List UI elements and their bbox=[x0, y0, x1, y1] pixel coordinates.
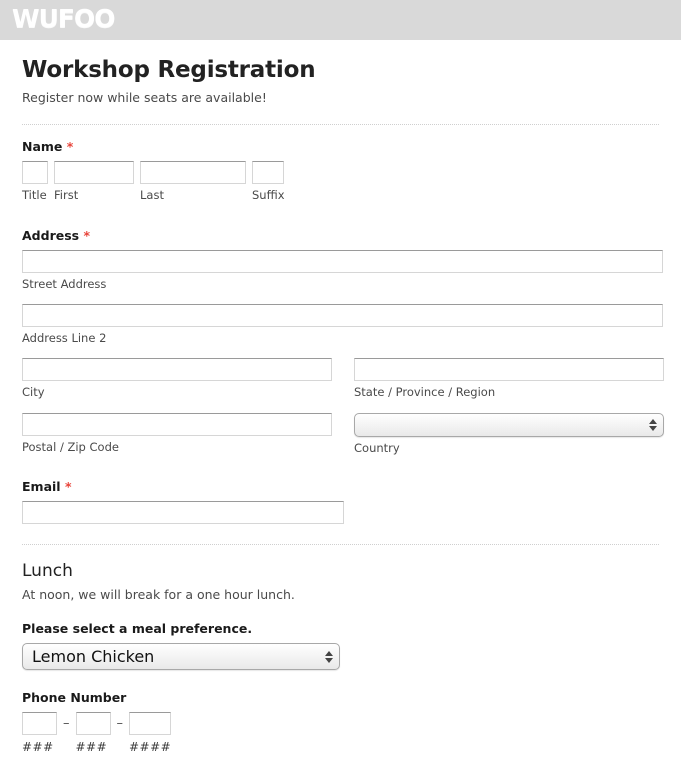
address-postal-sublabel: Postal / Zip Code bbox=[22, 440, 119, 454]
page-title: Workshop Registration bbox=[22, 57, 316, 83]
address-line2-group: Address Line 2 bbox=[22, 304, 663, 345]
field-name: Name * Title First Last Suffix bbox=[20, 139, 661, 202]
phone-line-input[interactable] bbox=[129, 712, 171, 735]
field-address-label: Address * bbox=[22, 228, 661, 243]
phone-line-mask: #### bbox=[129, 740, 172, 754]
phone-prefix-input[interactable] bbox=[75, 712, 111, 735]
chevron-updown-icon bbox=[324, 649, 333, 665]
name-first-sublabel: First bbox=[54, 188, 79, 202]
address-state-input[interactable] bbox=[354, 358, 664, 381]
phone-area-input[interactable] bbox=[22, 712, 57, 735]
field-email: Email * bbox=[20, 479, 661, 524]
required-asterisk: * bbox=[64, 479, 72, 494]
address-state-group: State / Province / Region bbox=[354, 358, 664, 399]
address-street-input[interactable] bbox=[22, 250, 663, 273]
name-last-group: Last bbox=[140, 161, 246, 202]
name-suffix-group: Suffix bbox=[252, 161, 285, 202]
registration-form: Workshop Registration Register now while… bbox=[0, 40, 681, 754]
name-title-group: Title bbox=[22, 161, 48, 202]
name-title-sublabel: Title bbox=[22, 188, 47, 202]
app-header-bar: WUFOO bbox=[0, 0, 681, 40]
field-address: Address * Street Address Address Line 2 … bbox=[20, 228, 664, 455]
address-city-state-row: City State / Province / Region bbox=[22, 358, 664, 399]
field-address-label-text: Address bbox=[22, 228, 80, 243]
phone-line-group: #### bbox=[129, 712, 171, 754]
email-input[interactable] bbox=[22, 501, 344, 524]
address-city-input[interactable] bbox=[22, 358, 332, 381]
name-first-input[interactable] bbox=[54, 161, 134, 184]
name-title-input[interactable] bbox=[22, 161, 48, 184]
lunch-section-description: At noon, we will break for a one hour lu… bbox=[22, 587, 295, 602]
lunch-section-title: Lunch bbox=[22, 561, 73, 581]
required-asterisk: * bbox=[66, 139, 74, 154]
address-postal-group: Postal / Zip Code bbox=[22, 413, 332, 455]
wufoo-logo: WUFOO bbox=[12, 4, 115, 33]
address-country-group: Country bbox=[354, 413, 664, 455]
field-name-label: Name * bbox=[22, 139, 661, 154]
phone-area-group: ### bbox=[22, 712, 57, 754]
name-last-sublabel: Last bbox=[140, 188, 164, 202]
phone-inputs-row: ### – ### – #### bbox=[22, 712, 661, 754]
name-suffix-input[interactable] bbox=[252, 161, 284, 184]
phone-prefix-mask: ### bbox=[75, 740, 108, 754]
field-meal-label: Please select a meal preference. bbox=[22, 621, 253, 636]
meal-preference-selected-value: Lemon Chicken bbox=[32, 647, 155, 666]
address-city-group: City bbox=[22, 358, 332, 399]
divider-lunch bbox=[22, 544, 659, 545]
field-email-label: Email * bbox=[22, 479, 661, 494]
name-first-group: First bbox=[54, 161, 134, 202]
field-meal-preference: Please select a meal preference. Lemon C… bbox=[20, 621, 661, 670]
address-line2-input[interactable] bbox=[22, 304, 663, 327]
address-street-group: Street Address bbox=[22, 250, 663, 291]
address-country-select[interactable] bbox=[354, 413, 664, 437]
field-name-label-text: Name bbox=[22, 139, 63, 154]
phone-separator-2: – bbox=[116, 716, 124, 731]
name-inputs-row: Title First Last Suffix bbox=[22, 161, 661, 202]
field-phone-label: Phone Number bbox=[22, 690, 127, 705]
field-phone-number: Phone Number ### – ### – #### bbox=[20, 690, 661, 754]
field-email-label-text: Email bbox=[22, 479, 61, 494]
address-postal-country-row: Postal / Zip Code Country bbox=[22, 413, 664, 455]
form-header: Workshop Registration Register now while… bbox=[20, 40, 661, 112]
address-state-sublabel: State / Province / Region bbox=[354, 385, 496, 399]
address-street-sublabel: Street Address bbox=[22, 277, 107, 291]
form-subtitle: Register now while seats are available! bbox=[22, 90, 267, 105]
name-suffix-sublabel: Suffix bbox=[252, 188, 285, 202]
phone-prefix-group: ### bbox=[75, 712, 111, 754]
section-lunch: Lunch At noon, we will break for a one h… bbox=[20, 561, 661, 754]
required-asterisk: * bbox=[83, 228, 90, 243]
divider-top bbox=[22, 124, 659, 125]
address-city-sublabel: City bbox=[22, 385, 45, 399]
phone-area-mask: ### bbox=[22, 740, 54, 754]
phone-separator-1: – bbox=[63, 716, 70, 731]
name-last-input[interactable] bbox=[140, 161, 246, 184]
address-line2-sublabel: Address Line 2 bbox=[22, 331, 107, 345]
address-postal-input[interactable] bbox=[22, 413, 332, 436]
chevron-updown-icon bbox=[648, 417, 657, 433]
address-country-sublabel: Country bbox=[354, 441, 400, 455]
meal-preference-select[interactable]: Lemon Chicken bbox=[22, 643, 340, 670]
